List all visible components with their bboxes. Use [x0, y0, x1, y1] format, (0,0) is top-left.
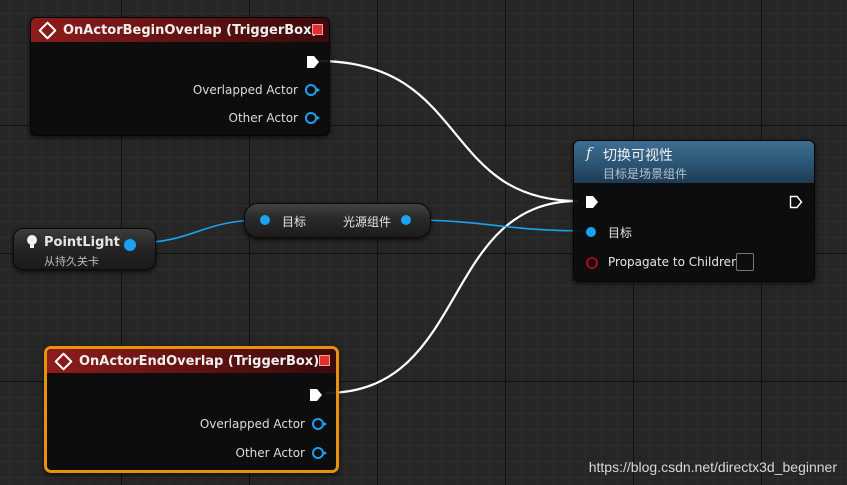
event-delegate-icon [319, 355, 330, 366]
begin-overlapped-actor-pin[interactable] [305, 84, 320, 96]
light-component-target-label: 目标 [282, 215, 307, 229]
propagate-pin[interactable] [586, 257, 598, 269]
exec-wire-begin [317, 59, 579, 203]
end-overlap-title: OnActorEndOverlap (TriggerBox) [79, 353, 320, 369]
event-diamond-icon [38, 20, 57, 40]
pointlight-subtitle: 从持久关卡 [44, 255, 99, 268]
toggle-visibility-subtitle: 目标是场景组件 [603, 167, 688, 181]
end-other-actor-pin[interactable] [312, 447, 327, 459]
event-delegate-icon [312, 24, 323, 35]
light-component-output-label: 光源组件 [343, 215, 392, 229]
propagate-label: Propagate to Children [608, 255, 739, 269]
light-component-target-pin[interactable] [260, 215, 270, 225]
pointlight-output-pin[interactable] [124, 239, 136, 251]
end-overlapped-actor-row[interactable]: Overlapped Actor [199, 417, 327, 431]
end-other-actor-row[interactable]: Other Actor [235, 446, 327, 460]
begin-overlap-title: OnActorBeginOverlap (TriggerBox) [63, 22, 318, 38]
begin-overlapped-actor-row[interactable]: Overlapped Actor [192, 83, 320, 97]
end-overlap-header[interactable]: OnActorEndOverlap (TriggerBox) [47, 349, 336, 373]
function-icon: f [586, 144, 592, 162]
toggle-target-label: 目标 [608, 226, 633, 240]
end-overlapped-actor-label: Overlapped Actor [199, 417, 305, 431]
pointlight-title: PointLight [44, 235, 120, 250]
toggle-visibility-title: 切换可视性 [603, 148, 673, 164]
end-other-actor-label: Other Actor [235, 446, 305, 460]
begin-overlap-header[interactable]: OnActorBeginOverlap (TriggerBox) [31, 18, 329, 42]
light-component-output-pin[interactable] [401, 215, 411, 225]
propagate-checkbox[interactable] [736, 253, 754, 271]
object-wire-target [406, 219, 591, 232]
lightbulb-icon [26, 234, 38, 254]
toggle-visibility-node[interactable]: f 切换可视性 目标是场景组件 目标 Propagate to Children [573, 140, 815, 282]
watermark-url: https://blog.csdn.net/directx3d_beginner [588, 459, 837, 475]
begin-overlapped-actor-label: Overlapped Actor [192, 83, 298, 97]
end-overlap-node[interactable]: OnActorEndOverlap (TriggerBox) Overlappe… [44, 346, 339, 473]
light-component-node[interactable]: 目标 光源组件 [244, 203, 431, 238]
begin-other-actor-pin[interactable] [305, 112, 320, 124]
pointlight-node[interactable]: PointLight 从持久关卡 [13, 228, 156, 270]
toggle-visibility-header[interactable]: f 切换可视性 目标是场景组件 [574, 141, 814, 183]
toggle-target-pin[interactable] [586, 227, 596, 237]
end-overlapped-actor-pin[interactable] [312, 418, 327, 430]
event-diamond-icon [54, 351, 73, 371]
begin-overlap-node[interactable]: OnActorBeginOverlap (TriggerBox) Overlap… [30, 17, 330, 136]
begin-other-actor-label: Other Actor [228, 111, 298, 125]
begin-other-actor-row[interactable]: Other Actor [228, 111, 320, 125]
